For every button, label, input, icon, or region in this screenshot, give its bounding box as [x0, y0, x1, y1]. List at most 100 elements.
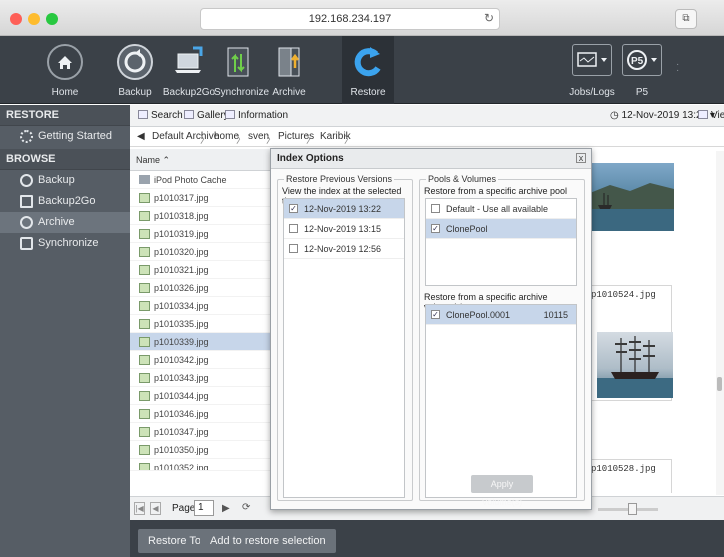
toolbar-label: Restore — [350, 87, 386, 98]
gallery-label: Gallery — [197, 110, 229, 121]
window-close-button[interactable] — [10, 13, 22, 25]
version-label: 12-Nov-2019 13:22 — [304, 204, 382, 214]
reload-icon[interactable]: ↻ — [484, 11, 494, 25]
version-item[interactable]: ✓ 12-Nov-2019 13:22 — [284, 199, 404, 219]
list-item[interactable]: p1010343.jpg — [130, 369, 270, 387]
laptop-icon — [20, 195, 33, 208]
laptop-icon — [171, 44, 207, 80]
sidebar-item-label: Synchronize — [38, 237, 99, 249]
gallery-tool[interactable]: Gallery — [184, 110, 229, 121]
list-item[interactable]: p1010319.jpg — [130, 225, 270, 243]
checkbox[interactable] — [289, 244, 298, 253]
page-label: Page — [172, 503, 196, 514]
zoom-slider-handle[interactable] — [628, 503, 637, 515]
ship-thumbnail[interactable] — [590, 163, 674, 231]
checkbox[interactable]: ✓ — [431, 224, 440, 233]
scroll-thumb[interactable] — [717, 377, 722, 391]
chevron-right-icon: 〉 — [306, 135, 316, 146]
view-tool[interactable]: View — [698, 110, 724, 121]
list-item[interactable]: p1010347.jpg — [130, 423, 270, 441]
checkbox[interactable] — [431, 204, 440, 213]
next-page-icon[interactable]: ▶ — [222, 503, 230, 514]
index-options-dialog: Index Options x Restore Previous Version… — [270, 148, 592, 510]
sidebar-item-getting-started[interactable]: Getting Started — [0, 126, 130, 147]
list-item[interactable]: iPod Photo Cache — [130, 171, 270, 189]
sidebar-item-label: Archive — [38, 216, 75, 228]
list-item[interactable]: p1010317.jpg — [130, 189, 270, 207]
gallery-scrollbar[interactable] — [716, 151, 724, 495]
image-file-icon — [139, 229, 150, 239]
pool-item[interactable]: ✓ ClonePool — [426, 219, 576, 239]
thumbnail-card[interactable]: p1010528.jpg — [588, 459, 672, 493]
image-file-icon — [139, 319, 150, 329]
add-to-restore-selection-button[interactable]: Add to restore selection — [200, 529, 336, 553]
prev-page-icon[interactable]: ◀ — [150, 502, 161, 515]
list-item[interactable]: p1010334.jpg — [130, 297, 270, 315]
more-icon[interactable]: · · — [676, 60, 679, 76]
column-header-name[interactable]: Name ⌃ — [130, 149, 270, 171]
checkbox[interactable] — [289, 224, 298, 233]
list-item[interactable]: p1010321.jpg — [130, 261, 270, 279]
chevron-right-icon: 〉 — [344, 135, 354, 146]
search-tool[interactable]: Search — [138, 110, 183, 121]
sidebar: RESTORE Getting Started BROWSE Backup Ba… — [0, 105, 130, 557]
toolbar-label: Backup2Go — [162, 87, 216, 98]
apply-volumes-button[interactable]: Apply Volume(s) — [471, 475, 533, 507]
sidebar-item-backup2go[interactable]: Backup2Go — [0, 191, 130, 212]
thumbnail-name: p1010528.jpg — [591, 464, 656, 474]
back-icon[interactable]: ◀ — [137, 131, 145, 142]
checkbox[interactable]: ✓ — [431, 310, 440, 319]
list-item[interactable]: p1010326.jpg — [130, 279, 270, 297]
folder-icon — [139, 175, 150, 184]
sidebar-item-label: Backup — [38, 174, 75, 186]
refresh-icon[interactable]: ⟳ — [242, 502, 250, 513]
version-item[interactable]: 12-Nov-2019 12:56 — [284, 239, 404, 259]
file-name: p1010346.jpg — [154, 409, 209, 419]
toolbar-synchronize[interactable]: Synchronize — [214, 36, 270, 104]
toolbar-label: Archive — [272, 87, 306, 98]
list-item[interactable]: p1010346.jpg — [130, 405, 270, 423]
list-item[interactable]: p1010342.jpg — [130, 351, 270, 369]
checkbox[interactable]: ✓ — [289, 204, 298, 213]
first-page-icon[interactable]: |◀ — [134, 502, 145, 515]
file-name: p1010319.jpg — [154, 229, 209, 239]
window-maximize-button[interactable] — [46, 13, 58, 25]
sidebar-item-archive[interactable]: Archive — [0, 212, 130, 233]
list-item[interactable]: p1010335.jpg — [130, 315, 270, 333]
information-tool[interactable]: Information — [225, 110, 288, 121]
list-item[interactable]: p1010344.jpg — [130, 387, 270, 405]
list-item[interactable]: p1010318.jpg — [130, 207, 270, 225]
volume-item[interactable]: ✓ ClonePool.0001 10115 — [426, 305, 576, 325]
toolbar-backup2go[interactable]: Backup2Go — [162, 36, 216, 104]
toolbar-jobs-logs[interactable]: Jobs/Logs — [566, 36, 618, 104]
gallery-icon — [184, 110, 194, 119]
version-item[interactable]: 12-Nov-2019 13:15 — [284, 219, 404, 239]
address-bar[interactable]: 192.168.234.197 — [200, 8, 500, 30]
volume-name: ClonePool.0001 — [446, 310, 511, 320]
search-icon — [138, 110, 148, 119]
share-icon[interactable]: ⧉ — [675, 9, 697, 29]
main-toolbar: Search Gallery Information ◷ 12-Nov-2019… — [130, 105, 724, 127]
image-file-icon — [139, 193, 150, 203]
close-icon[interactable]: x — [576, 153, 586, 163]
list-item[interactable]: p1010350.jpg — [130, 441, 270, 459]
thumbnail-card[interactable]: p1010524.jpg — [588, 285, 673, 401]
toolbar-label: Synchronize — [214, 87, 270, 98]
list-item[interactable]: p1010339.jpg — [130, 333, 270, 351]
pool-item[interactable]: Default - Use all available volumes — [426, 199, 576, 234]
list-item[interactable]: p1010320.jpg — [130, 243, 270, 261]
restore-icon — [350, 44, 386, 80]
toolbar-backup[interactable]: Backup — [114, 36, 156, 104]
image-file-icon — [139, 265, 150, 275]
sidebar-item-synchronize[interactable]: Synchronize — [0, 233, 130, 254]
sidebar-item-backup[interactable]: Backup — [0, 170, 130, 191]
toolbar-archive[interactable]: Archive — [266, 36, 312, 104]
toolbar-home[interactable]: Home — [38, 36, 92, 104]
page-input[interactable]: 1 — [194, 500, 214, 516]
file-name: p1010350.jpg — [154, 445, 209, 455]
toolbar-p5[interactable]: P5 P5 — [620, 36, 664, 104]
toolbar-restore[interactable]: Restore — [342, 36, 394, 104]
list-item[interactable]: p1010352.jpg — [130, 459, 270, 471]
window-minimize-button[interactable] — [28, 13, 40, 25]
monitor-icon — [572, 44, 612, 76]
